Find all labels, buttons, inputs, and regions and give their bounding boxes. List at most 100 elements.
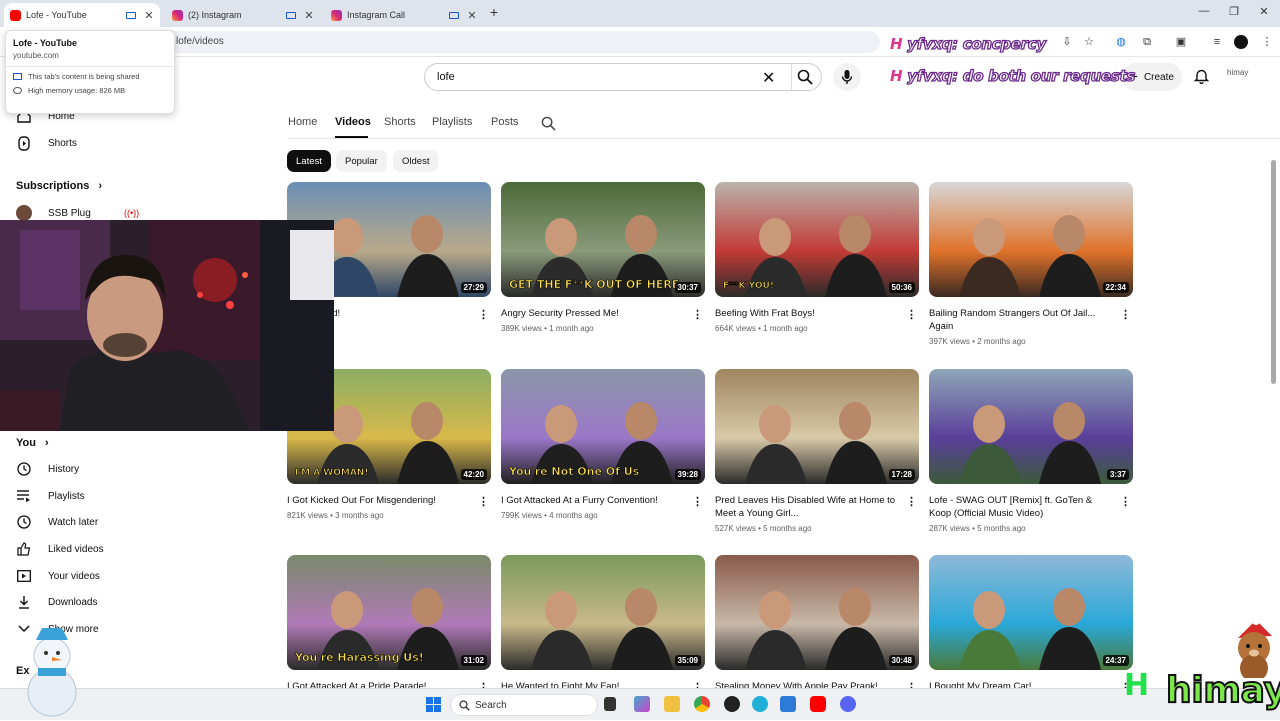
tab-instagram-call[interactable]: Instagram Call ✕ <box>325 3 483 27</box>
more-options-icon[interactable]: ⋮ <box>906 308 917 321</box>
edge-icon[interactable] <box>752 696 768 712</box>
video-card[interactable]: 3:37 Lofe - SWAG OUT [Remix] ft. GoTen & … <box>929 369 1133 533</box>
more-options-icon[interactable]: ⋮ <box>478 308 489 321</box>
you-heading[interactable]: You › <box>16 437 49 449</box>
search-input[interactable]: lofe ✕ <box>424 63 822 91</box>
extensions-icon[interactable]: ⧉ <box>1140 35 1154 49</box>
account-name[interactable]: himay <box>1227 68 1248 77</box>
video-thumbnail[interactable]: 35:09 <box>501 555 705 670</box>
video-title[interactable]: Pred Leaves His Disabled Wife at Home to… <box>715 494 900 520</box>
tab-lofe-youtube[interactable]: Lofe - YouTube ✕ <box>4 3 160 27</box>
more-options-icon[interactable]: ⋮ <box>478 495 489 508</box>
tab-playlists[interactable]: Playlists <box>432 116 472 128</box>
video-card[interactable]: 24:37I Bought My Dream Car!⋮ <box>929 555 1133 697</box>
thumbnail-caption: GET THE F**K OUT OF HERE <box>509 278 680 292</box>
video-thumbnail[interactable]: F**K YOU! 50:36 <box>715 182 919 297</box>
thumbnail-caption: You're Not One Of Us <box>509 465 640 479</box>
video-thumbnail[interactable]: 22:34 <box>929 182 1133 297</box>
video-thumbnail[interactable]: GET THE F**K OUT OF HERE 30:37 <box>501 182 705 297</box>
menu-dots-icon[interactable]: ⋮ <box>1260 35 1274 49</box>
video-card[interactable]: F**K YOU! 50:36 Beefing With Frat Boys! 664… <box>715 182 919 333</box>
sidebar-item-watch-later[interactable]: Watch later <box>16 512 98 532</box>
restore-icon[interactable]: ❐ <box>1226 5 1242 18</box>
video-thumbnail[interactable]: 17:28 <box>715 369 919 484</box>
video-title[interactable]: I Got Kicked Out For Misgendering! <box>287 494 472 507</box>
memory-icon <box>13 87 22 94</box>
sidebar-item-playlists[interactable]: Playlists <box>16 486 85 506</box>
tab-shorts[interactable]: Shorts <box>384 116 416 128</box>
read-aloud-icon[interactable]: ◍ <box>1114 35 1128 49</box>
sidebar-item-liked-videos[interactable]: Liked videos <box>16 539 104 559</box>
youtube-app-icon[interactable] <box>810 696 826 712</box>
close-icon[interactable]: ✕ <box>144 9 154 22</box>
task-view-icon[interactable] <box>604 697 616 711</box>
subscriptions-heading[interactable]: Subscriptions › <box>16 180 102 192</box>
browser-tab-bar: Lofe - YouTube ✕ (2) Instagram ✕ Instagr… <box>0 0 1280 27</box>
video-card[interactable]: GET THE F**K OUT OF HERE 30:37 Angry Secur… <box>501 182 705 333</box>
tab-title: Instagram Call <box>347 10 406 20</box>
taskbar-search-input[interactable]: Search <box>450 694 598 716</box>
install-app-icon[interactable]: ⇩ <box>1060 35 1074 49</box>
filter-oldest[interactable]: Oldest <box>393 150 439 172</box>
voice-search-mic-icon[interactable] <box>833 63 861 91</box>
new-tab-plus-icon[interactable]: + <box>486 4 502 20</box>
url-field[interactable]: lofe/videos <box>160 31 880 53</box>
video-card[interactable]: 35:09He Wanted to Fight My Fan!⋮ <box>501 555 705 697</box>
video-title[interactable]: Beefing With Frat Boys! <box>715 307 900 320</box>
collections-icon[interactable]: ≡ <box>1210 35 1224 49</box>
streamer-name: himay <box>1165 669 1280 712</box>
video-thumbnail[interactable]: 24:37 <box>929 555 1133 670</box>
channel-search-icon[interactable] <box>541 116 556 134</box>
notifications-bell-icon[interactable] <box>1193 68 1210 87</box>
video-title[interactable]: Bailing Random Strangers Out Of Jail... … <box>929 307 1114 333</box>
video-title[interactable]: Lofe - SWAG OUT [Remix] ft. GoTen & Koop… <box>929 494 1114 520</box>
video-thumbnail[interactable]: You're Harassing Us! 31:02 <box>287 555 491 670</box>
tab-home[interactable]: Home <box>288 116 317 128</box>
sidebar-item-downloads[interactable]: Downloads <box>16 592 97 612</box>
sidebar-item-history[interactable]: History <box>16 459 79 479</box>
video-thumbnail[interactable]: 30:48 <box>715 555 919 670</box>
minimize-icon[interactable]: — <box>1196 5 1212 17</box>
video-card[interactable]: You're Not One Of Us 39:28 I Got Attacked … <box>501 369 705 520</box>
tab-posts[interactable]: Posts <box>491 116 519 128</box>
more-options-icon[interactable]: ⋮ <box>692 308 703 321</box>
sidebar-item-your-videos[interactable]: Your videos <box>16 566 100 586</box>
video-thumbnail[interactable]: 3:37 <box>929 369 1133 484</box>
discord-icon[interactable] <box>840 696 856 712</box>
split-screen-icon[interactable]: ▣ <box>1174 35 1188 49</box>
filter-popular[interactable]: Popular <box>336 150 387 172</box>
more-options-icon[interactable]: ⋮ <box>1120 308 1131 321</box>
filter-latest[interactable]: Latest <box>287 150 331 172</box>
page-scrollbar[interactable] <box>1271 160 1276 384</box>
copilot-icon[interactable] <box>634 696 650 712</box>
tab-instagram[interactable]: (2) Instagram ✕ <box>166 3 320 27</box>
profile-avatar[interactable] <box>1234 35 1248 49</box>
chrome-icon[interactable] <box>694 696 710 712</box>
more-options-icon[interactable]: ⋮ <box>906 495 917 508</box>
window-close-icon[interactable]: ✕ <box>1256 5 1272 18</box>
close-icon[interactable]: ✕ <box>304 9 314 22</box>
more-options-icon[interactable]: ⋮ <box>1120 495 1131 508</box>
video-duration: 31:02 <box>460 655 487 666</box>
clear-search-icon[interactable]: ✕ <box>762 68 775 88</box>
your-videos-icon <box>16 568 32 584</box>
more-options-icon[interactable]: ⋮ <box>692 495 703 508</box>
file-explorer-icon[interactable] <box>664 696 680 712</box>
windows-start-icon[interactable] <box>426 697 441 715</box>
sharing-icon <box>126 11 136 19</box>
search-icon[interactable] <box>797 69 813 88</box>
tab-videos[interactable]: Videos <box>335 116 371 128</box>
video-title[interactable]: I Got Attacked At a Furry Convention! <box>501 494 686 507</box>
video-card[interactable]: 30:48 Stealing Money With Apple Pay Prank… <box>715 555 919 697</box>
video-thumbnail[interactable]: You're Not One Of Us 39:28 <box>501 369 705 484</box>
sidebar-item-shorts[interactable]: Shorts <box>16 133 77 153</box>
video-card[interactable]: You're Harassing Us! 31:02 I Got Attacked … <box>287 555 491 697</box>
video-card[interactable]: 17:28 Pred Leaves His Disabled Wife at Ho… <box>715 369 919 533</box>
app-icon[interactable] <box>724 696 740 712</box>
bookmark-star-icon[interactable]: ☆ <box>1082 35 1096 49</box>
close-icon[interactable]: ✕ <box>467 9 477 22</box>
video-card[interactable]: 22:34 Bailing Random Strangers Out Of Jai… <box>929 182 1133 346</box>
store-icon[interactable] <box>780 696 796 712</box>
video-duration: 3:37 <box>1106 469 1129 480</box>
video-title[interactable]: Angry Security Pressed Me! <box>501 307 686 320</box>
